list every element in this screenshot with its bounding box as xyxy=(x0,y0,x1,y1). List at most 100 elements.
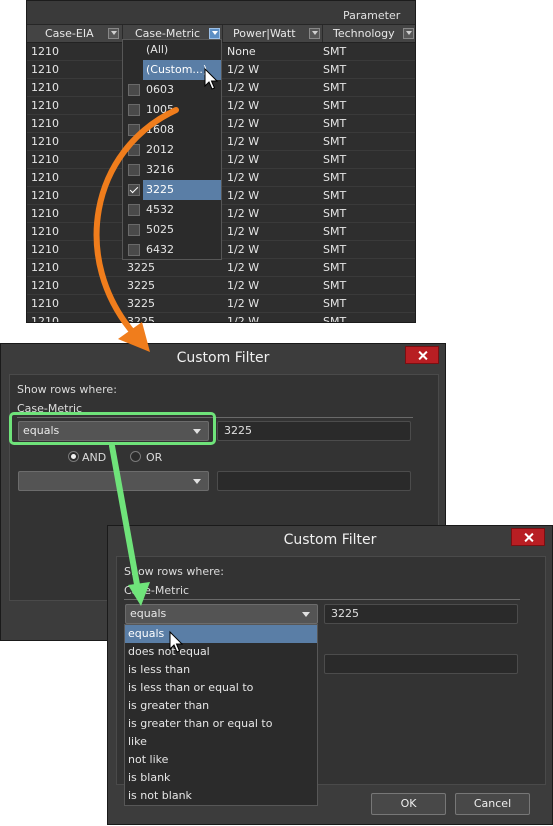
ok-button[interactable]: OK xyxy=(371,793,446,815)
operator-option[interactable]: is greater than xyxy=(125,697,317,715)
table-cell: 1210 xyxy=(31,189,59,202)
and-radio[interactable] xyxy=(68,451,79,462)
table-cell: 1/2 W xyxy=(227,315,260,323)
filter-list-item[interactable]: 4532 xyxy=(123,200,221,220)
table-row[interactable]: 1210 3225 1/2 W SMT xyxy=(27,295,415,313)
table-cell: 3225 xyxy=(127,261,155,274)
operator-option[interactable]: is less than or equal to xyxy=(125,679,317,697)
value-input[interactable]: 3225 xyxy=(324,604,518,624)
operator-dropdown[interactable]: equals xyxy=(125,604,318,624)
and-label: AND xyxy=(82,451,107,464)
table-cell: 1210 xyxy=(31,279,59,292)
column-header-case-eia[interactable]: Case-EIA xyxy=(27,25,123,42)
second-operator-dropdown[interactable] xyxy=(18,471,209,491)
table-cell: 1/2 W xyxy=(227,243,260,256)
chevron-down-icon xyxy=(302,612,310,617)
cancel-button[interactable]: Cancel xyxy=(455,793,530,815)
table-cell: 1/2 W xyxy=(227,153,260,166)
filter-list-item[interactable]: 2012 xyxy=(123,140,221,160)
operator-option[interactable]: is less than xyxy=(125,661,317,679)
filter-icon[interactable] xyxy=(309,28,320,39)
filter-list-item-label: 0603 xyxy=(146,83,174,96)
operator-option[interactable]: is greater than or equal to xyxy=(125,715,317,733)
checkbox[interactable] xyxy=(128,244,140,256)
operator-options-list[interactable]: equals does not equal is less than is less … xyxy=(124,624,318,806)
dialog-title: Custom Filter xyxy=(108,526,552,554)
dialog-title: Custom Filter xyxy=(1,344,445,372)
table-cell: SMT xyxy=(323,45,347,58)
table-cell: 3225 xyxy=(127,297,155,310)
filter-list-item[interactable]: (All) xyxy=(123,40,221,60)
checkbox[interactable] xyxy=(128,224,140,236)
operator-option[interactable]: equals xyxy=(125,625,317,643)
close-icon[interactable] xyxy=(405,346,439,364)
table-cell: None xyxy=(227,45,256,58)
column-header-technology[interactable]: Technology xyxy=(323,25,415,42)
table-cell: 3225 xyxy=(127,315,155,323)
custom-filter-dialog: Custom Filter Show rows where: Case-Metr… xyxy=(107,525,553,825)
checkbox[interactable] xyxy=(128,164,140,176)
operator-option[interactable]: is blank xyxy=(125,769,317,787)
table-cell: SMT xyxy=(323,315,347,323)
show-rows-label: Show rows where: xyxy=(124,565,224,578)
filter-icon[interactable] xyxy=(209,28,220,39)
operator-option[interactable]: does not equal xyxy=(125,643,317,661)
table-cell: SMT xyxy=(323,63,347,76)
checkmark-icon[interactable] xyxy=(128,184,140,196)
filter-icon[interactable] xyxy=(403,28,414,39)
table-cell: 1210 xyxy=(31,261,59,274)
table-row[interactable]: 1210 3225 1/2 W SMT xyxy=(27,313,415,323)
table-cell: SMT xyxy=(323,135,347,148)
table-cell: 1/2 W xyxy=(227,99,260,112)
table-cell: 1210 xyxy=(31,99,59,112)
filter-list-item-label: 3225 xyxy=(146,183,174,196)
filter-list-item[interactable]: 3216 xyxy=(123,160,221,180)
filter-list-item[interactable]: 6432 xyxy=(123,240,221,260)
operator-option[interactable]: like xyxy=(125,733,317,751)
filter-list-item-label: 5025 xyxy=(146,223,174,236)
checkbox[interactable] xyxy=(128,124,140,136)
table-cell: 1210 xyxy=(31,207,59,220)
show-rows-label: Show rows where: xyxy=(17,383,117,396)
filter-list-item-label: (All) xyxy=(146,43,169,56)
table-cell: 1/2 W xyxy=(227,279,260,292)
filter-list-item-label: (Custom...) xyxy=(146,63,208,76)
filter-list-item[interactable]: 0603 xyxy=(123,80,221,100)
close-icon[interactable] xyxy=(511,528,545,546)
operator-option[interactable]: is not blank xyxy=(125,787,317,805)
value-input[interactable]: 3225 xyxy=(217,421,411,441)
field-name-label: Case-Metric xyxy=(124,584,190,597)
filter-icon[interactable] xyxy=(108,28,119,39)
second-value-input[interactable] xyxy=(324,654,518,674)
filter-list-item[interactable]: 1608 xyxy=(123,120,221,140)
column-header-power[interactable]: Power|Watt xyxy=(223,25,323,42)
checkbox[interactable] xyxy=(128,144,140,156)
table-cell: 1/2 W xyxy=(227,207,260,220)
checkbox[interactable] xyxy=(128,204,140,216)
filter-list-item[interactable]: 3225 xyxy=(128,180,221,200)
table-cell: SMT xyxy=(323,99,347,112)
case-metric-filter-list[interactable]: (All) (Custom...) 0603 1005 1608 2012 3216 3225… xyxy=(122,39,222,260)
checkbox[interactable] xyxy=(128,104,140,116)
operator-option[interactable]: not like xyxy=(125,751,317,769)
or-radio[interactable] xyxy=(130,451,141,462)
table-cell: 1210 xyxy=(31,63,59,76)
table-cell: 1/2 W xyxy=(227,261,260,274)
group-header-label: Parameter xyxy=(343,9,401,22)
table-cell: 1210 xyxy=(31,117,59,130)
filter-list-item[interactable]: 1005 xyxy=(123,100,221,120)
table-cell: SMT xyxy=(323,297,347,310)
table-cell: 1210 xyxy=(31,81,59,94)
filter-list-item[interactable]: (Custom...) xyxy=(143,60,221,80)
table-row[interactable]: 1210 3225 1/2 W SMT xyxy=(27,277,415,295)
table-row[interactable]: 1210 3225 1/2 W SMT xyxy=(27,259,415,277)
table-cell: SMT xyxy=(323,207,347,220)
table-cell: 1210 xyxy=(31,135,59,148)
checkbox[interactable] xyxy=(128,84,140,96)
table-cell: 1/2 W xyxy=(227,63,260,76)
table-cell: 1/2 W xyxy=(227,135,260,148)
second-value-input[interactable] xyxy=(217,471,411,491)
table-cell: SMT xyxy=(323,243,347,256)
divider xyxy=(124,599,520,600)
filter-list-item[interactable]: 5025 xyxy=(123,220,221,240)
